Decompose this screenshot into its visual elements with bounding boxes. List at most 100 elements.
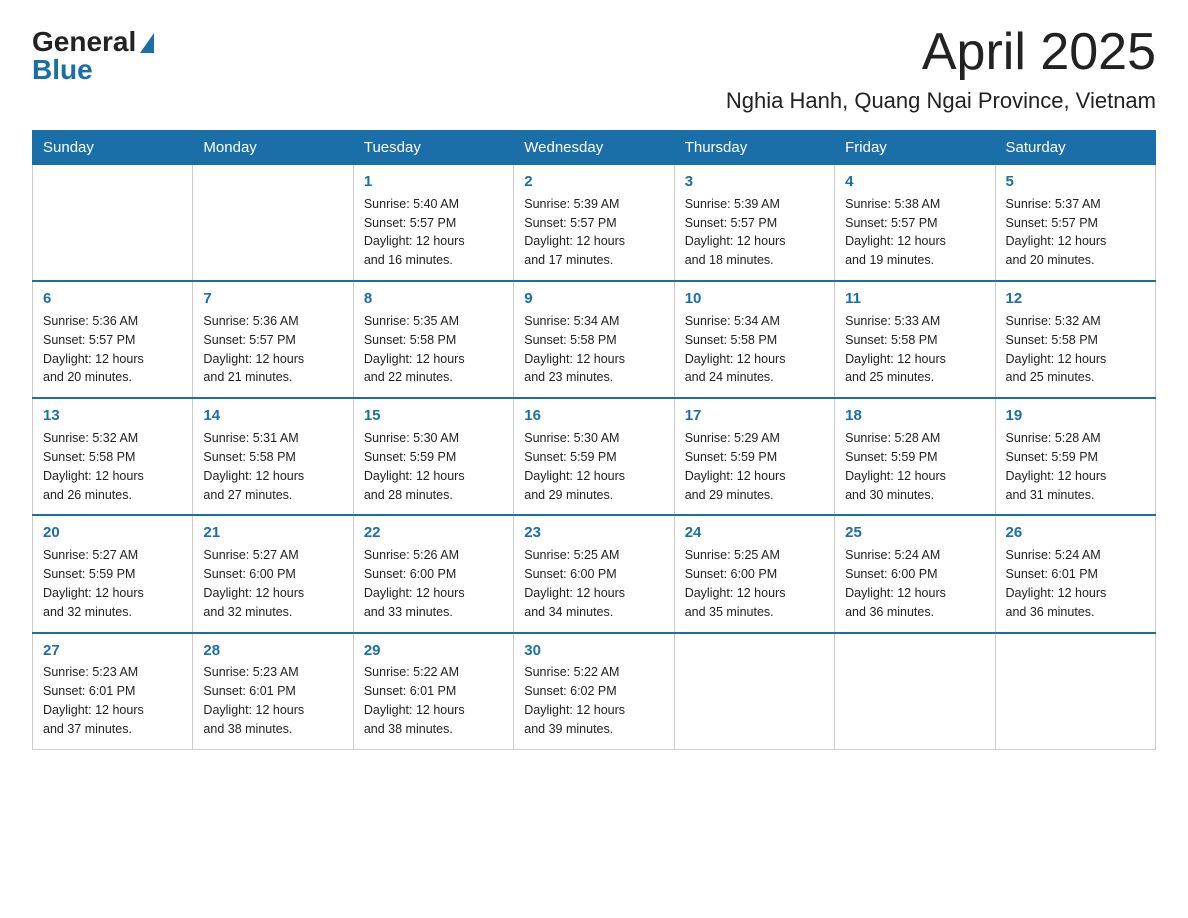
calendar-week-row: 13 Sunrise: 5:32 AM Sunset: 5:58 PM Dayli… xyxy=(33,398,1156,515)
day-info: Sunrise: 5:39 AM Sunset: 5:57 PM Dayligh… xyxy=(524,197,625,268)
calendar-cell: 11 Sunrise: 5:33 AM Sunset: 5:58 PM Dayli… xyxy=(835,281,995,398)
calendar-day-header: Tuesday xyxy=(353,131,513,165)
day-number: 19 xyxy=(1006,405,1145,427)
day-number: 25 xyxy=(845,522,984,544)
calendar-day-header: Saturday xyxy=(995,131,1155,165)
day-number: 3 xyxy=(685,171,824,193)
day-number: 9 xyxy=(524,288,663,310)
day-info: Sunrise: 5:39 AM Sunset: 5:57 PM Dayligh… xyxy=(685,197,786,268)
day-info: Sunrise: 5:23 AM Sunset: 6:01 PM Dayligh… xyxy=(203,665,304,736)
calendar-cell: 12 Sunrise: 5:32 AM Sunset: 5:58 PM Dayli… xyxy=(995,281,1155,398)
location-title: Nghia Hanh, Quang Ngai Province, Vietnam xyxy=(32,88,1156,114)
day-number: 11 xyxy=(845,288,984,310)
day-number: 22 xyxy=(364,522,503,544)
day-number: 20 xyxy=(43,522,182,544)
month-title: April 2025 xyxy=(922,24,1156,81)
calendar-day-header: Wednesday xyxy=(514,131,674,165)
day-info: Sunrise: 5:28 AM Sunset: 5:59 PM Dayligh… xyxy=(845,431,946,502)
day-info: Sunrise: 5:22 AM Sunset: 6:01 PM Dayligh… xyxy=(364,665,465,736)
calendar-cell: 18 Sunrise: 5:28 AM Sunset: 5:59 PM Dayli… xyxy=(835,398,995,515)
day-info: Sunrise: 5:35 AM Sunset: 5:58 PM Dayligh… xyxy=(364,314,465,385)
day-info: Sunrise: 5:40 AM Sunset: 5:57 PM Dayligh… xyxy=(364,197,465,268)
logo-triangle-icon xyxy=(140,33,154,53)
calendar-cell: 16Sunrise: 5:30 AM Sunset: 5:59 PM Dayli… xyxy=(514,398,674,515)
day-number: 17 xyxy=(685,405,824,427)
calendar-cell: 28Sunrise: 5:23 AM Sunset: 6:01 PM Dayli… xyxy=(193,633,353,750)
calendar-week-row: 6 Sunrise: 5:36 AM Sunset: 5:57 PM Daylig… xyxy=(33,281,1156,398)
calendar-cell: 17Sunrise: 5:29 AM Sunset: 5:59 PM Dayli… xyxy=(674,398,834,515)
calendar-cell xyxy=(33,165,193,282)
day-number: 10 xyxy=(685,288,824,310)
calendar-cell: 8Sunrise: 5:35 AM Sunset: 5:58 PM Daylig… xyxy=(353,281,513,398)
day-number: 7 xyxy=(203,288,342,310)
logo-general-text: General xyxy=(32,28,136,56)
day-number: 15 xyxy=(364,405,503,427)
logo-general: General xyxy=(32,28,154,56)
calendar-day-header: Monday xyxy=(193,131,353,165)
page-header: General Blue April 2025 xyxy=(32,24,1156,84)
calendar-cell: 15 Sunrise: 5:30 AM Sunset: 5:59 PM Dayli… xyxy=(353,398,513,515)
day-info: Sunrise: 5:32 AM Sunset: 5:58 PM Dayligh… xyxy=(1006,314,1107,385)
day-number: 4 xyxy=(845,171,984,193)
day-info: Sunrise: 5:36 AM Sunset: 5:57 PM Dayligh… xyxy=(43,314,144,385)
calendar-cell: 19 Sunrise: 5:28 AM Sunset: 5:59 PM Dayli… xyxy=(995,398,1155,515)
day-info: Sunrise: 5:28 AM Sunset: 5:59 PM Dayligh… xyxy=(1006,431,1107,502)
day-number: 6 xyxy=(43,288,182,310)
day-number: 18 xyxy=(845,405,984,427)
day-number: 30 xyxy=(524,640,663,662)
calendar-cell: 14 Sunrise: 5:31 AM Sunset: 5:58 PM Dayli… xyxy=(193,398,353,515)
day-number: 13 xyxy=(43,405,182,427)
day-info: Sunrise: 5:36 AM Sunset: 5:57 PM Dayligh… xyxy=(203,314,304,385)
day-info: Sunrise: 5:27 AM Sunset: 6:00 PM Dayligh… xyxy=(203,548,304,619)
day-info: Sunrise: 5:34 AM Sunset: 5:58 PM Dayligh… xyxy=(685,314,786,385)
day-info: Sunrise: 5:22 AM Sunset: 6:02 PM Dayligh… xyxy=(524,665,625,736)
calendar-cell: 21 Sunrise: 5:27 AM Sunset: 6:00 PM Dayli… xyxy=(193,515,353,632)
calendar-day-header: Thursday xyxy=(674,131,834,165)
day-number: 21 xyxy=(203,522,342,544)
logo: General Blue xyxy=(32,28,154,84)
calendar-day-header: Friday xyxy=(835,131,995,165)
calendar-cell: 3 Sunrise: 5:39 AM Sunset: 5:57 PM Daylig… xyxy=(674,165,834,282)
calendar-day-header: Sunday xyxy=(33,131,193,165)
day-info: Sunrise: 5:24 AM Sunset: 6:00 PM Dayligh… xyxy=(845,548,946,619)
day-number: 16 xyxy=(524,405,663,427)
day-info: Sunrise: 5:34 AM Sunset: 5:58 PM Dayligh… xyxy=(524,314,625,385)
calendar-cell: 6 Sunrise: 5:36 AM Sunset: 5:57 PM Daylig… xyxy=(33,281,193,398)
calendar-week-row: 1 Sunrise: 5:40 AM Sunset: 5:57 PM Daylig… xyxy=(33,165,1156,282)
day-info: Sunrise: 5:25 AM Sunset: 6:00 PM Dayligh… xyxy=(524,548,625,619)
day-info: Sunrise: 5:37 AM Sunset: 5:57 PM Dayligh… xyxy=(1006,197,1107,268)
calendar-cell: 26 Sunrise: 5:24 AM Sunset: 6:01 PM Dayli… xyxy=(995,515,1155,632)
day-info: Sunrise: 5:31 AM Sunset: 5:58 PM Dayligh… xyxy=(203,431,304,502)
day-number: 26 xyxy=(1006,522,1145,544)
day-number: 27 xyxy=(43,640,182,662)
calendar-cell: 30 Sunrise: 5:22 AM Sunset: 6:02 PM Dayli… xyxy=(514,633,674,750)
calendar-cell xyxy=(193,165,353,282)
day-number: 24 xyxy=(685,522,824,544)
day-number: 29 xyxy=(364,640,503,662)
calendar-cell: 9 Sunrise: 5:34 AM Sunset: 5:58 PM Daylig… xyxy=(514,281,674,398)
calendar-header-row: SundayMondayTuesdayWednesdayThursdayFrid… xyxy=(33,131,1156,165)
day-number: 12 xyxy=(1006,288,1145,310)
day-number: 14 xyxy=(203,405,342,427)
day-info: Sunrise: 5:38 AM Sunset: 5:57 PM Dayligh… xyxy=(845,197,946,268)
day-number: 1 xyxy=(364,171,503,193)
day-info: Sunrise: 5:33 AM Sunset: 5:58 PM Dayligh… xyxy=(845,314,946,385)
day-info: Sunrise: 5:32 AM Sunset: 5:58 PM Dayligh… xyxy=(43,431,144,502)
day-info: Sunrise: 5:26 AM Sunset: 6:00 PM Dayligh… xyxy=(364,548,465,619)
calendar-cell: 5 Sunrise: 5:37 AM Sunset: 5:57 PM Daylig… xyxy=(995,165,1155,282)
day-number: 2 xyxy=(524,171,663,193)
calendar-cell: 1 Sunrise: 5:40 AM Sunset: 5:57 PM Daylig… xyxy=(353,165,513,282)
calendar-cell: 10 Sunrise: 5:34 AM Sunset: 5:58 PM Dayli… xyxy=(674,281,834,398)
calendar-cell: 2 Sunrise: 5:39 AM Sunset: 5:57 PM Daylig… xyxy=(514,165,674,282)
day-info: Sunrise: 5:23 AM Sunset: 6:01 PM Dayligh… xyxy=(43,665,144,736)
day-info: Sunrise: 5:27 AM Sunset: 5:59 PM Dayligh… xyxy=(43,548,144,619)
calendar-cell: 24Sunrise: 5:25 AM Sunset: 6:00 PM Dayli… xyxy=(674,515,834,632)
day-number: 5 xyxy=(1006,171,1145,193)
calendar-week-row: 20 Sunrise: 5:27 AM Sunset: 5:59 PM Dayli… xyxy=(33,515,1156,632)
day-info: Sunrise: 5:24 AM Sunset: 6:01 PM Dayligh… xyxy=(1006,548,1107,619)
calendar-week-row: 27 Sunrise: 5:23 AM Sunset: 6:01 PM Dayli… xyxy=(33,633,1156,750)
logo-blue-text: Blue xyxy=(32,56,93,84)
day-info: Sunrise: 5:30 AM Sunset: 5:59 PM Dayligh… xyxy=(364,431,465,502)
calendar-cell xyxy=(835,633,995,750)
calendar-cell: 7 Sunrise: 5:36 AM Sunset: 5:57 PM Daylig… xyxy=(193,281,353,398)
